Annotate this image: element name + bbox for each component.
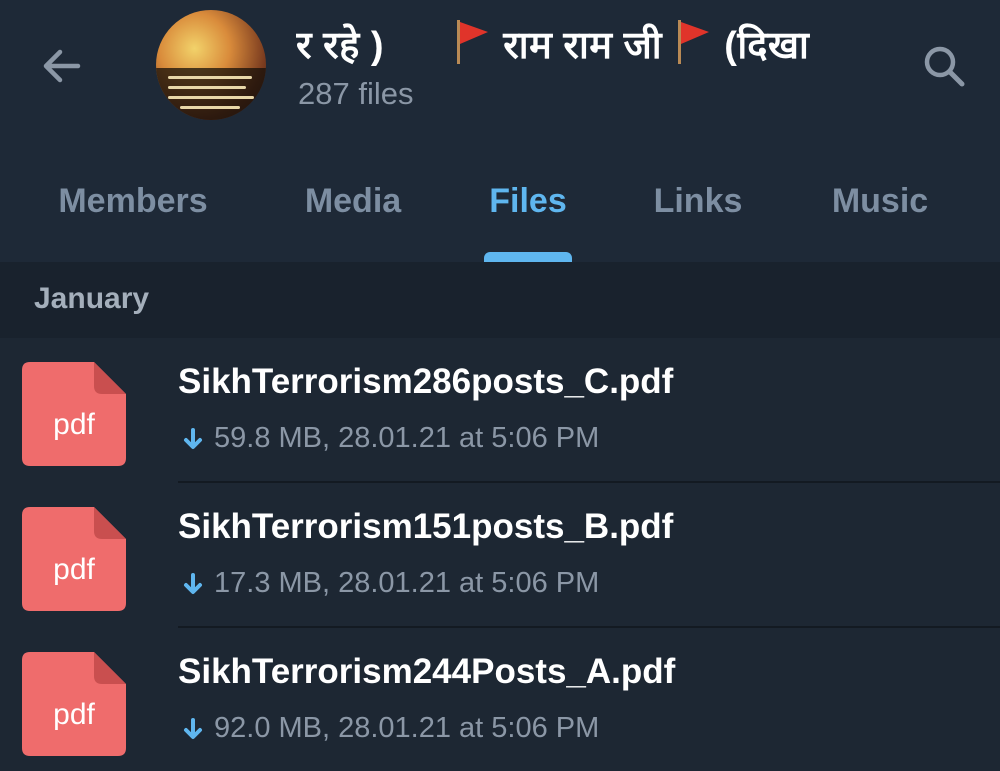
pdf-file-icon[interactable]: pdf [22, 507, 126, 611]
media-tabs: Members Media Files Links Music [0, 168, 1000, 262]
active-tab-indicator [484, 252, 572, 262]
file-name: SikhTerrorism244Posts_A.pdf [178, 652, 676, 691]
pdf-file-icon[interactable]: pdf [22, 362, 126, 466]
file-ext-label: pdf [53, 408, 95, 441]
download-arrow-icon[interactable] [178, 424, 208, 454]
flag-icon [454, 20, 490, 64]
arrow-left-icon [43, 49, 81, 83]
download-arrow-icon[interactable] [178, 569, 208, 599]
pdf-file-icon[interactable]: pdf [22, 652, 126, 756]
file-meta: 92.0 MB, 28.01.21 at 5:06 PM [178, 712, 599, 745]
tab-files[interactable]: Files [476, 182, 580, 242]
back-button[interactable] [30, 38, 94, 94]
chat-title[interactable]: र रहे ) राम राम जी (दिखा [296, 18, 896, 72]
search-icon [924, 46, 965, 87]
tab-media[interactable]: Media [288, 182, 418, 242]
chat-title-part: र रहे ) [296, 25, 385, 67]
file-row[interactable]: pdf SikhTerrorism286posts_C.pdf 59.8 MB,… [0, 338, 1000, 483]
tab-music[interactable]: Music [816, 182, 944, 242]
file-meta: 59.8 MB, 28.01.21 at 5:06 PM [178, 422, 599, 455]
chat-avatar[interactable] [156, 10, 266, 120]
tab-links[interactable]: Links [640, 182, 756, 242]
avatar-text-line [180, 106, 240, 109]
file-name: SikhTerrorism286posts_C.pdf [178, 362, 674, 401]
avatar-text-line [168, 96, 254, 99]
file-meta-text: 59.8 MB, 28.01.21 at 5:06 PM [214, 422, 600, 454]
file-meta-text: 92.0 MB, 28.01.21 at 5:06 PM [214, 712, 600, 744]
file-count: 287 files [298, 76, 414, 111]
flag-icon [675, 20, 711, 64]
search-button[interactable] [912, 38, 976, 94]
file-name: SikhTerrorism151posts_B.pdf [178, 507, 674, 546]
download-arrow-icon[interactable] [178, 714, 208, 744]
file-list: pdf SikhTerrorism286posts_C.pdf 59.8 MB,… [0, 338, 1000, 771]
date-section-header: January [0, 262, 1000, 338]
file-ext-label: pdf [53, 553, 95, 586]
chat-header: र रहे ) राम राम जी (दिखा 287 files Membe… [0, 0, 1000, 262]
file-ext-label: pdf [53, 698, 95, 731]
file-row[interactable]: pdf SikhTerrorism244Posts_A.pdf 92.0 MB,… [0, 628, 1000, 771]
file-meta: 17.3 MB, 28.01.21 at 5:06 PM [178, 567, 599, 600]
avatar-text-line [168, 86, 246, 89]
tab-members[interactable]: Members [40, 182, 226, 242]
avatar-text-line [168, 76, 252, 79]
file-meta-text: 17.3 MB, 28.01.21 at 5:06 PM [214, 567, 600, 599]
chat-title-part: (दिखा [724, 25, 810, 67]
section-label: January [34, 282, 150, 315]
chat-title-part: राम राम जी [503, 25, 663, 67]
file-row[interactable]: pdf SikhTerrorism151posts_B.pdf 17.3 MB,… [0, 483, 1000, 628]
